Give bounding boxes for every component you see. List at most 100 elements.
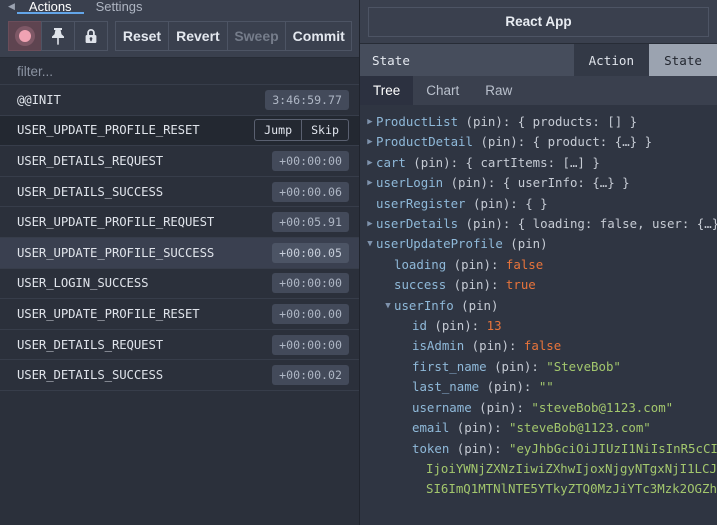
segment-state[interactable]: State [649,44,717,76]
tree-node[interactable]: ▶success (pin): true [360,275,717,295]
tree-node[interactable]: ▼userUpdateProfile (pin) [360,234,717,254]
tree-node-key: loading [394,257,446,272]
tree-node-value: { userInfo: {…} } [503,175,630,190]
tree-node-pin: (pin): [406,155,466,170]
action-name: USER_UPDATE_PROFILE_RESET [17,123,200,137]
reset-button[interactable]: Reset [115,21,170,51]
revert-button[interactable]: Revert [168,21,227,51]
lock-button[interactable] [74,21,108,51]
filter-input[interactable] [17,64,317,79]
action-row[interactable]: USER_UPDATE_PROFILE_RESET+00:00.00 [0,299,359,330]
tree-node-pin: (pin): [446,277,506,292]
chevron-down-icon[interactable]: ▼ [382,296,394,316]
tree-node-pin: (pin): [458,216,518,231]
tree-node[interactable]: ▶first_name (pin): "SteveBob" [360,357,717,377]
tree-indent-spacer: ▶ [400,357,412,377]
tree-node[interactable]: ▶loading (pin): false [360,255,717,275]
token-continuation-row: IjoiYWNjZXNzIiwiZXhwIjoxNjgyNTgxNjI1LCJp… [360,459,717,479]
tree-indent-spacer: ▶ [400,439,412,459]
tree-node[interactable]: ▶id (pin): 13 [360,316,717,336]
tree-node[interactable]: ▶userLogin (pin): { userInfo: {…} } [360,173,717,193]
commit-button[interactable]: Commit [285,21,352,51]
tree-node[interactable]: ▶last_name (pin): "" [360,377,717,397]
tree-node-body: userRegister (pin): { } [376,194,548,214]
tree-node-token[interactable]: ▶token (pin): "eyJhbGciOiJIUzI1NiIsInR5c… [360,439,717,459]
action-timestamp: 3:46:59.77 [265,90,349,110]
subtab-raw[interactable]: Raw [472,76,525,105]
action-name: USER_UPDATE_PROFILE_SUCCESS [17,246,214,260]
record-button[interactable] [8,21,42,51]
tree-node-key: last_name [412,379,479,394]
chevron-down-icon[interactable]: ▼ [364,234,376,254]
app-title[interactable]: React App [368,7,709,37]
tree-node-value: "steveBob@1123.com" [509,420,651,435]
tree-node[interactable]: ▶username (pin): "steveBob@1123.com" [360,398,717,418]
state-label: State [372,53,410,68]
chevron-right-icon[interactable]: ▶ [364,132,376,152]
action-row[interactable]: USER_DETAILS_SUCCESS+00:00.02 [0,360,359,391]
sweep-button[interactable]: Sweep [227,21,287,51]
action-row[interactable]: USER_UPDATE_PROFILE_SUCCESS+00:00.05 [0,238,359,269]
tree-node-key: userLogin [376,175,443,190]
tree-node[interactable]: ▶userRegister (pin): { } [360,194,717,214]
tab-settings[interactable]: Settings [84,0,155,14]
skip-button[interactable]: Skip [301,120,348,140]
action-name: USER_DETAILS_SUCCESS [17,185,163,199]
token-continuation-row: SI6ImQ1MTNlNTE5YTkyZTQ0MzJiYTc3Mzk2OGZhM… [360,479,717,499]
chevron-right-icon[interactable]: ▶ [364,112,376,132]
tree-node[interactable]: ▶ProductList (pin): { products: [] } [360,112,717,132]
action-row[interactable]: USER_LOGIN_SUCCESS+00:00:00 [0,269,359,300]
tree-node[interactable]: ▶userDetails (pin): { loading: false, us… [360,214,717,234]
action-row[interactable]: USER_UPDATE_PROFILE_REQUEST+00:05.91 [0,207,359,238]
tree-node-value: { } [525,196,547,211]
tree-node-pin: (pin): [427,318,487,333]
action-row[interactable]: @@INIT3:46:59.77 [0,85,359,116]
tab-actions[interactable]: Actions [17,0,84,14]
action-timestamp: +00:00.02 [272,365,349,385]
tree-node-body: id (pin): 13 [412,316,502,336]
chevron-right-icon[interactable]: ▶ [364,214,376,234]
filter-row [0,58,359,85]
action-row[interactable]: USER_DETAILS_SUCCESS+00:00.06 [0,177,359,208]
tree-node-key: email [412,420,449,435]
tree-node-pin: (pin) [503,236,548,251]
tree-indent-spacer: ▶ [400,336,412,356]
tree-node[interactable]: ▶ProductDetail (pin): { product: {…} } [360,132,717,152]
actions-panel: ◀ Actions Settings Res [0,0,360,525]
token-line: "eyJhbGciOiJIUzI1NiIsInR5cCI6IkpXVCJ9.ey [509,441,717,456]
tree-node-value: "SteveBob" [546,359,621,374]
subtab-chart[interactable]: Chart [413,76,472,105]
state-tree[interactable]: ▶ProductList (pin): { products: [] }▶Pro… [360,105,717,525]
tree-node[interactable]: ▶cart (pin): { cartItems: […] } [360,153,717,173]
tree-node[interactable]: ▼userInfo (pin) [360,296,717,316]
action-timestamp: +00:00.00 [272,304,349,324]
chevron-right-icon[interactable]: ▶ [364,153,376,173]
action-row[interactable]: USER_DETAILS_REQUEST+00:00:00 [0,146,359,177]
segment-action[interactable]: Action [574,44,650,76]
pin-button[interactable] [41,21,75,51]
tree-node-key: userUpdateProfile [376,236,503,251]
subtab-tree[interactable]: Tree [360,76,413,105]
tree-node-value: { product: {…} } [533,134,652,149]
tree-node-pin: (pin) [454,298,499,313]
action-row[interactable]: USER_UPDATE_PROFILE_RESET JumpSkip [0,116,359,147]
jump-button[interactable]: Jump [255,120,301,140]
tree-node-pin: (pin): [479,379,539,394]
action-state-toggle: Action State [574,44,717,76]
action-list[interactable]: @@INIT3:46:59.77USER_UPDATE_PROFILE_RESE… [0,85,359,525]
tree-node-pin: (pin): [449,420,509,435]
tree-node-pin: (pin): [473,134,533,149]
tree-indent-spacer: ▶ [400,377,412,397]
tree-node-key: ProductDetail [376,134,473,149]
tree-node-pin: (pin): [443,175,503,190]
tree-node-key: username [412,400,472,415]
jump-skip-group: JumpSkip [254,119,349,141]
chevron-right-icon[interactable]: ▶ [364,173,376,193]
action-row[interactable]: USER_DETAILS_REQUEST+00:00:00 [0,330,359,361]
action-name: USER_DETAILS_REQUEST [17,154,163,168]
tree-node[interactable]: ▶email (pin): "steveBob@1123.com" [360,418,717,438]
tree-node-key: userRegister [376,196,466,211]
tree-node[interactable]: ▶isAdmin (pin): false [360,336,717,356]
chevron-left-icon[interactable]: ◀ [8,0,17,14]
tree-node-body: isAdmin (pin): false [412,336,561,356]
